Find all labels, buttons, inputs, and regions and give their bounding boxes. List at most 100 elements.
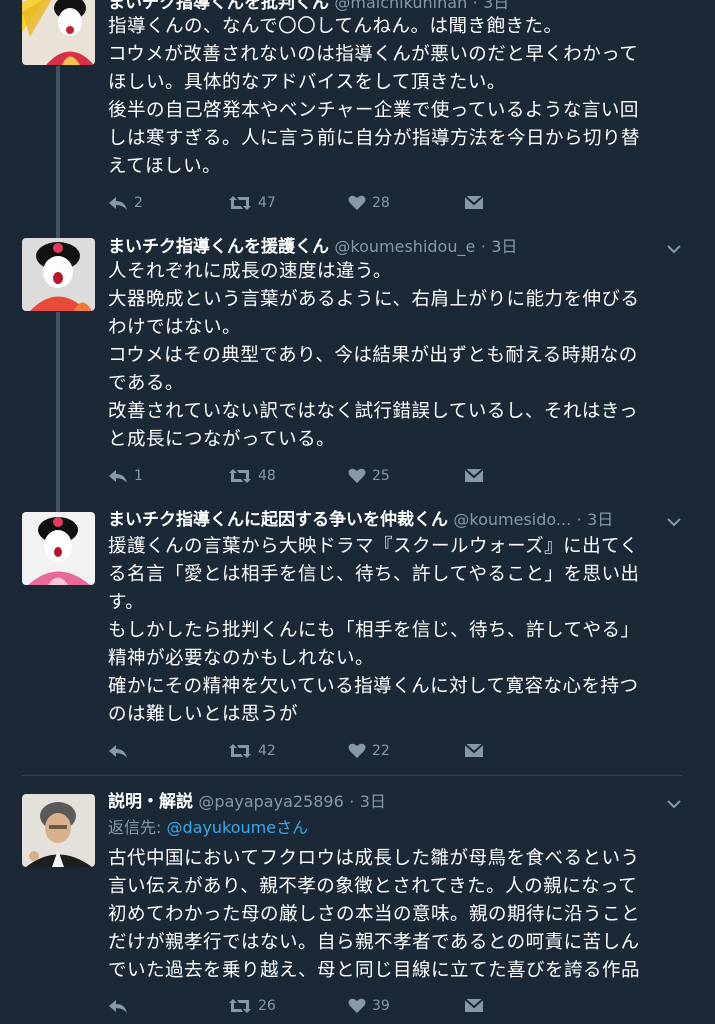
like-button[interactable]: 39 [348,994,390,1018]
like-icon [348,743,366,758]
reply-button[interactable] [108,739,134,763]
tweet[interactable]: まいチク指導くんに起因する争いを仲裁くん @koumesido... · 3日 … [0,506,715,771]
reply-button[interactable]: 1 [108,464,143,488]
tweet[interactable]: まいチク指導くんを批判くん @maichikunihan · 3日 指導くんの、… [0,0,715,230]
tweet-actions: 1 48 25 [108,464,508,488]
display-name[interactable]: まいチク指導くんに起因する争いを仲裁くん [108,510,448,530]
avatar[interactable] [22,512,95,585]
retweet-icon [229,999,251,1013]
tweet-line: 改善されていない訳ではなく試行錯誤しているし、それはきっ [108,401,639,422]
tweet-line: す。 [108,592,145,613]
chevron-down-icon[interactable] [665,513,683,531]
chevron-down-icon[interactable] [665,795,683,813]
like-count: 25 [372,468,390,484]
tweet-line: えてほしい。 [108,156,222,177]
like-icon [348,998,366,1013]
retweet-button[interactable]: 42 [228,739,276,763]
message-icon [464,743,484,757]
like-button[interactable]: 22 [348,739,390,763]
avatar[interactable] [22,0,95,65]
tweet-line: コウメはその典型であり、今は結果が出ずとも耐える時期なの [108,345,638,366]
message-icon [464,468,484,482]
reply-icon [109,470,127,483]
retweet-count: 26 [258,998,276,1014]
like-icon [348,195,366,210]
tweet-text: 古代中国においてフクロウは成長した雛が母鳥を食べるという 言い伝えがあり、親不孝… [108,845,688,985]
like-count: 39 [372,998,390,1014]
reply-button[interactable] [108,994,134,1018]
avatar-image [22,0,95,65]
user-handle[interactable]: @koumeshidou_e [334,237,475,256]
reply-icon [109,745,127,758]
like-count: 28 [372,195,390,211]
direct-message-button[interactable] [464,464,484,488]
tweet-line: 言い伝えがあり、親不孝の象徴とされてきた。人の親になって [108,876,638,897]
tweet-line: 初めてわかった母の厳しさの本当の意味。親の期待に沿うこと [108,904,641,925]
direct-message-button[interactable] [464,739,484,763]
tweet-text: 人それぞれに成長の速度は違う。 大器晩成という言葉があるように、右肩上がりに能力… [108,258,688,454]
timestamp[interactable]: 3日 [491,237,517,256]
tweet-actions: 42 22 [108,739,508,763]
mention-link[interactable]: @dayukoume [166,818,276,837]
avatar-image [22,794,95,867]
timestamp[interactable]: 3日 [483,0,509,12]
avatar[interactable] [22,794,95,867]
tweet[interactable]: 説明・解説 @payapaya25896 · 3日 返信先: @dayukoum… [0,786,715,1024]
reply-count: 1 [134,468,143,484]
message-icon [464,195,484,209]
avatar[interactable] [22,238,95,311]
timestamp[interactable]: 3日 [587,510,613,529]
display-name[interactable]: まいチク指導くんを援護くん [108,237,329,257]
like-button[interactable]: 28 [348,191,390,215]
tweet[interactable]: まいチク指導くんを援護くん @koumeshidou_e · 3日 人それぞれに… [0,232,715,502]
display-name[interactable]: 説明・解説 [108,792,193,812]
user-handle[interactable]: @koumesido... [453,510,571,529]
direct-message-button[interactable] [464,994,484,1018]
retweet-count: 42 [258,743,276,759]
reply-icon [109,1000,127,1013]
tweet-line: 指導くんの、なんで〇〇してんねん。は聞き飽きた。 [108,16,563,37]
chevron-down-icon[interactable] [665,240,683,258]
tweet-line: る名言「愛とは相手を信じ、待ち、許してやること」を思い出 [108,564,640,585]
retweet-count: 47 [258,195,276,211]
retweet-icon [229,469,251,483]
retweet-icon [229,196,251,210]
tweet-line: コウメが改善されないのは指導くんが悪いのだと早くわかって [108,44,639,65]
like-button[interactable]: 25 [348,464,390,488]
timestamp[interactable]: 3日 [360,792,386,811]
tweet-actions: 2 47 28 [108,191,508,215]
tweet-line: である。 [108,373,184,394]
tweet-line: 精神が必要なのかもしれない。 [108,648,375,669]
retweet-button[interactable]: 48 [228,464,276,488]
reply-button[interactable]: 2 [108,191,143,215]
tweet-line: と成長につながっている。 [108,429,336,450]
tweet-line: 確かにその精神を欠いている指導くんに対して寛容な心を持つ [108,676,639,697]
display-name[interactable]: まいチク指導くんを批判くん [108,0,329,13]
tweet-actions: 26 39 [108,994,508,1018]
user-handle[interactable]: @maichikunihan [334,0,467,12]
message-icon [464,998,484,1012]
tweet-header: まいチク指導くんに起因する争いを仲裁くん @koumesido... · 3日 [108,507,685,533]
retweet-button[interactable]: 47 [228,191,276,215]
avatar-image [22,512,95,585]
tweet-line: 人それぞれに成長の速度は違う。 [108,261,392,282]
tweet-line: 古代中国においてフクロウは成長した雛が母鳥を食べるという [108,848,640,869]
tweet-text: 指導くんの、なんで〇〇してんねん。は聞き飽きた。 コウメが改善されないのは指導く… [108,13,688,181]
reply-to-suffix: さん [276,818,309,837]
separator: · [349,792,355,811]
tweet-header: まいチク指導くんを援護くん @koumeshidou_e · 3日 [108,234,685,260]
reply-icon [109,197,127,210]
like-count: 22 [372,743,390,759]
tweet-line: わけではない。 [108,317,242,338]
direct-message-button[interactable] [464,191,484,215]
reply-to-label: 返信先: [108,818,167,837]
tweet-line: 後半の自己啓発本やベンチャー企業で使っているような言い回 [108,100,639,121]
timeline: まいチク指導くんを批判くん @maichikunihan · 3日 指導くんの、… [0,0,715,1024]
retweet-button[interactable]: 26 [228,994,276,1018]
tweet-line: ほしい。具体的なアドバイスをして頂きたい。 [108,72,506,93]
tweet-text: 援護くんの言葉から大映ドラマ『スクールウォーズ』に出てく る名言「愛とは相手を信… [108,533,688,729]
reply-count: 2 [134,195,143,211]
user-handle[interactable]: @payapaya25896 [198,792,343,811]
separator: · [472,0,478,12]
reply-context: 返信先: @dayukoumeさん [108,816,308,840]
